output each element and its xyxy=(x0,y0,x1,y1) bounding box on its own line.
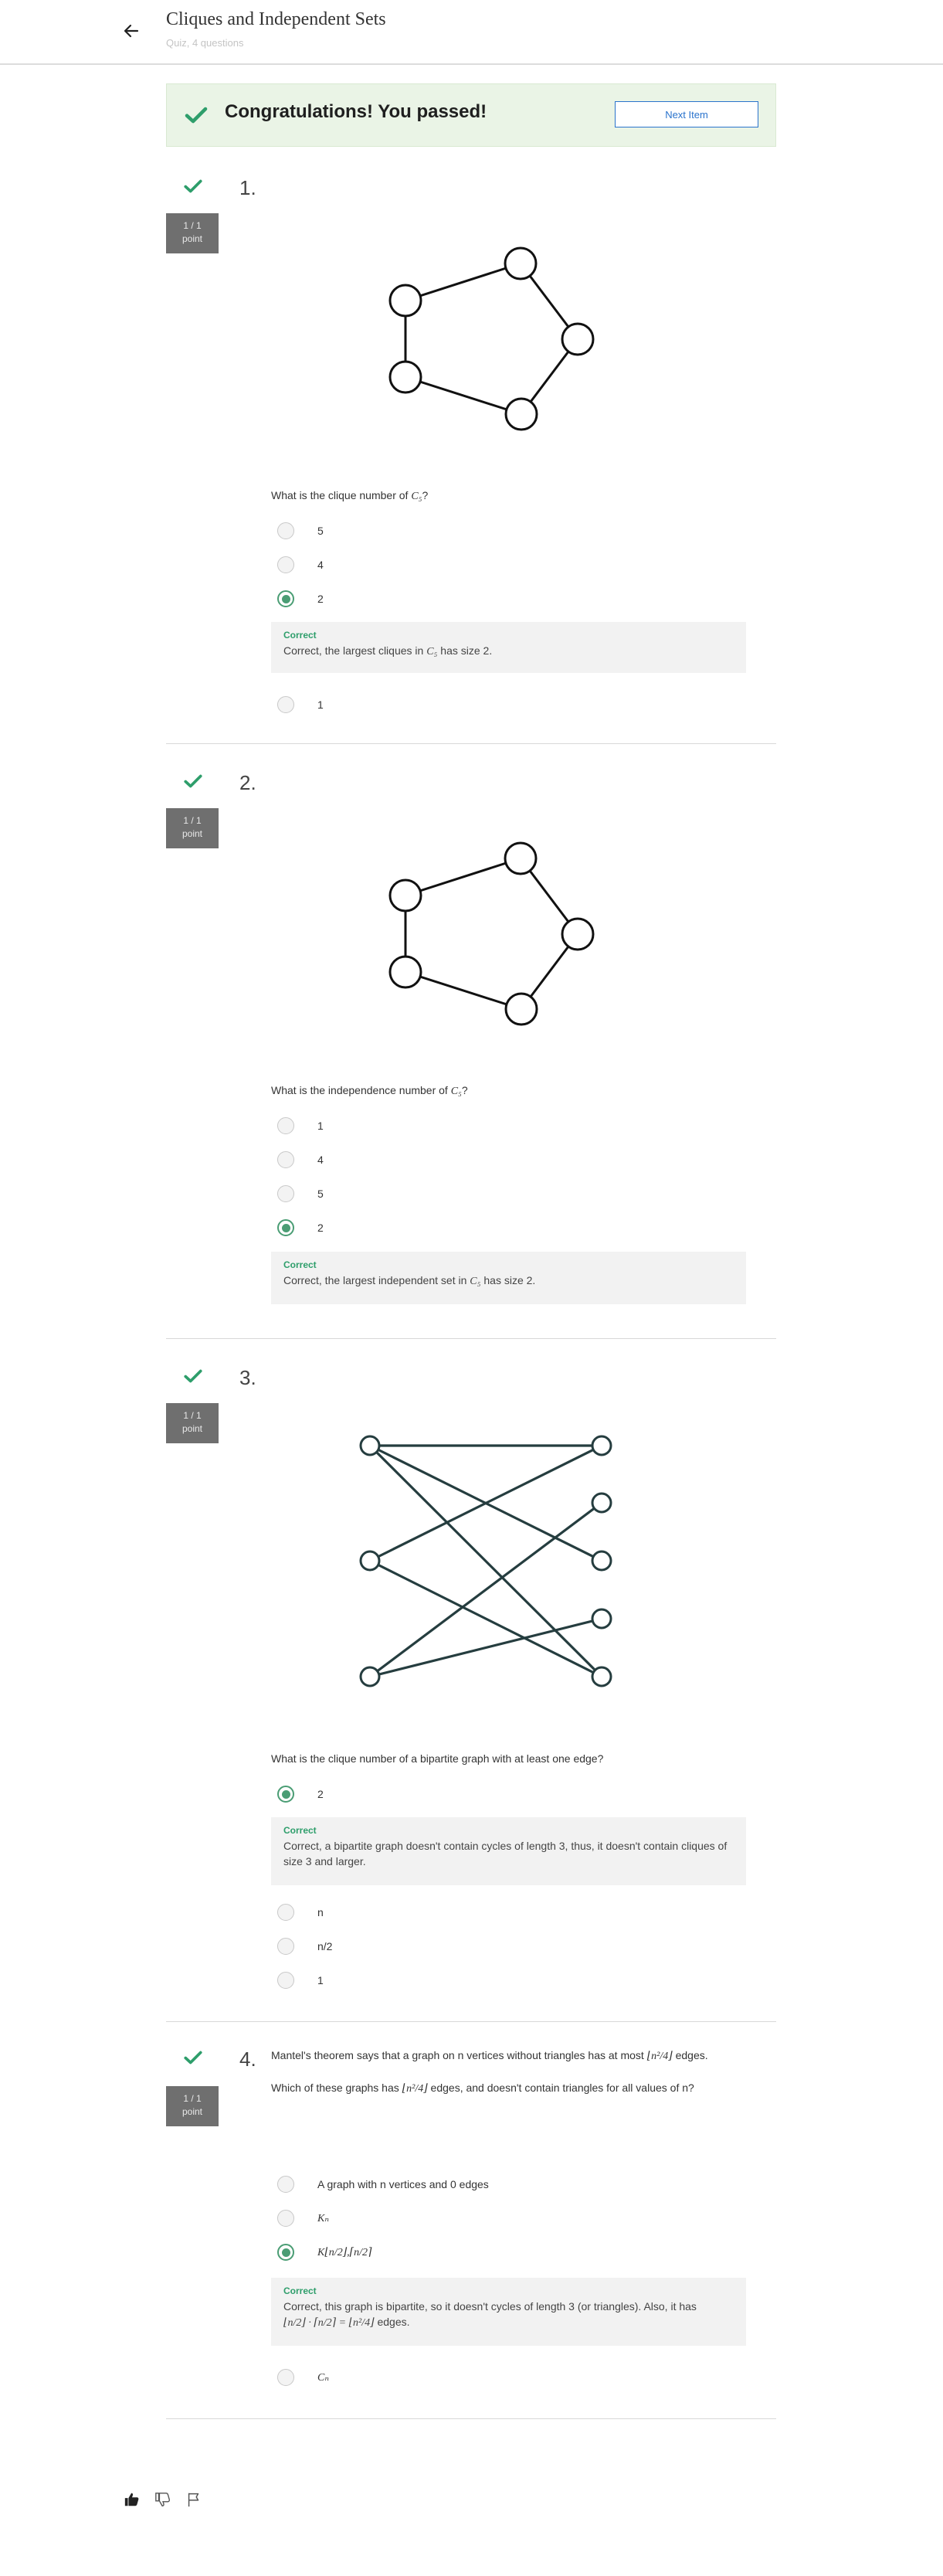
banner-message: Congratulations! You passed! xyxy=(225,101,487,122)
feedback-title: Correct xyxy=(283,1259,317,1270)
question-prompt: What is the clique number of a bipartite… xyxy=(271,1752,604,1765)
feedback-box: Correct Correct, a bipartite graph doesn… xyxy=(271,1817,746,1885)
question-number: 1. xyxy=(239,176,256,199)
radio-button[interactable] xyxy=(277,1972,294,1989)
radio-button[interactable] xyxy=(277,1151,294,1168)
answer-option[interactable]: 4 xyxy=(277,1149,324,1171)
answer-option-selected[interactable]: K⌊n/2⌋,⌈n/2⌉ xyxy=(277,2241,371,2263)
radio-button[interactable] xyxy=(277,1904,294,1921)
score-value: 1 / 1 xyxy=(183,815,202,826)
feedback-text: Correct, the largest independent set in … xyxy=(283,1274,536,1287)
answer-option[interactable]: 4 xyxy=(277,554,324,576)
feedback-box: Correct Correct, this graph is bipartite… xyxy=(271,2278,746,2346)
quiz-title: Cliques and Independent Sets xyxy=(166,9,386,29)
feedback-title: Correct xyxy=(283,630,317,641)
feedback-text: Correct, this graph is bipartite, so it … xyxy=(283,2300,697,2329)
radio-button[interactable] xyxy=(277,1938,294,1955)
feedback-text: Correct, the largest cliques in C₅ has s… xyxy=(283,644,493,658)
radio-button[interactable] xyxy=(277,1117,294,1134)
radio-button-selected[interactable] xyxy=(277,590,294,607)
radio-button-selected[interactable] xyxy=(277,1786,294,1803)
answer-option[interactable]: n/2 xyxy=(277,1935,332,1957)
bipartite-graph xyxy=(359,1435,612,1687)
answer-option-selected[interactable]: 2 xyxy=(277,588,324,610)
check-icon xyxy=(185,107,208,124)
cycle-graph-c5 xyxy=(388,246,595,431)
feedback-text: Correct, a bipartite graph doesn't conta… xyxy=(283,1840,728,1867)
question-number: 2. xyxy=(239,771,256,794)
cycle-graph-c5 xyxy=(388,841,595,1026)
question-3: 3. 1 / 1 point What is the clique number… xyxy=(166,1366,776,2022)
answer-option[interactable]: 5 xyxy=(277,520,324,542)
score-unit: point xyxy=(181,233,203,244)
feedback-title: Correct xyxy=(283,1825,317,1836)
score-badge: 1 / 1 point xyxy=(166,1403,219,1443)
question-number: 3. xyxy=(239,1366,256,1389)
score-value: 1 / 1 xyxy=(183,1410,202,1421)
question-prompt: Mantel's theorem says that a graph on n … xyxy=(271,2049,708,2062)
score-value: 1 / 1 xyxy=(183,2093,202,2104)
answer-option-selected[interactable]: 2 xyxy=(277,1217,324,1239)
answer-option[interactable]: 1 xyxy=(277,1969,324,1991)
correct-check-icon xyxy=(184,774,202,788)
radio-button[interactable] xyxy=(277,522,294,539)
correct-check-icon xyxy=(184,2051,202,2065)
answer-option[interactable]: 1 xyxy=(277,1115,324,1137)
answer-option[interactable]: 5 xyxy=(277,1183,324,1205)
score-unit: point xyxy=(181,1423,203,1434)
next-item-button[interactable]: Next Item xyxy=(615,101,758,127)
passed-banner: Congratulations! You passed! Next Item xyxy=(166,83,776,147)
radio-button[interactable] xyxy=(277,2369,294,2386)
question-prompt: What is the clique number of C₅? xyxy=(271,489,429,502)
feedback-title: Correct xyxy=(283,2285,317,2296)
radio-button[interactable] xyxy=(277,2176,294,2193)
back-button[interactable] xyxy=(117,17,145,45)
answer-option-selected[interactable]: 2 xyxy=(277,1783,324,1805)
question-1: 1. 1 / 1 point What is the clique number… xyxy=(166,176,776,744)
answer-option[interactable]: Cₙ xyxy=(277,2367,329,2388)
flag-icon[interactable] xyxy=(185,2490,202,2509)
radio-button-selected[interactable] xyxy=(277,1219,294,1236)
radio-button[interactable] xyxy=(277,1185,294,1202)
question-4: 4. 1 / 1 point Mantel's theorem says tha… xyxy=(166,2048,776,2419)
radio-button[interactable] xyxy=(277,2210,294,2227)
answer-option[interactable]: n xyxy=(277,1901,324,1923)
score-badge: 1 / 1 point xyxy=(166,213,219,253)
feedback-box: Correct Correct, the largest cliques in … xyxy=(271,622,746,673)
score-unit: point xyxy=(181,2106,203,2117)
answer-option[interactable]: A graph with n vertices and 0 edges xyxy=(277,2173,489,2195)
correct-check-icon xyxy=(184,1369,202,1383)
top-bar: Cliques and Independent Sets Quiz, 4 que… xyxy=(0,0,943,65)
correct-check-icon xyxy=(184,179,202,193)
quiz-subtitle: Quiz, 4 questions xyxy=(166,37,244,49)
radio-button[interactable] xyxy=(277,556,294,573)
radio-button[interactable] xyxy=(277,696,294,713)
answer-option[interactable]: 1 xyxy=(277,694,324,715)
radio-button-selected[interactable] xyxy=(277,2244,294,2261)
score-unit: point xyxy=(181,828,203,839)
question-number: 4. xyxy=(239,2048,256,2071)
score-badge: 1 / 1 point xyxy=(166,808,219,848)
question-prompt: What is the independence number of C₅? xyxy=(271,1084,468,1097)
score-value: 1 / 1 xyxy=(183,220,202,231)
thumbs-down-icon[interactable] xyxy=(154,2490,171,2509)
feedback-box: Correct Correct, the largest independent… xyxy=(271,1252,746,1304)
feedback-icons xyxy=(124,2490,202,2509)
thumbs-up-icon[interactable] xyxy=(124,2490,141,2509)
score-badge: 1 / 1 point xyxy=(166,2086,219,2126)
arrow-left-icon xyxy=(124,24,139,38)
question-prompt-secondary: Which of these graphs has ⌊n²/4⌋ edges, … xyxy=(271,2082,694,2095)
answer-option[interactable]: Kₙ xyxy=(277,2207,329,2229)
question-2: 2. 1 / 1 point What is the independence … xyxy=(166,771,776,1339)
